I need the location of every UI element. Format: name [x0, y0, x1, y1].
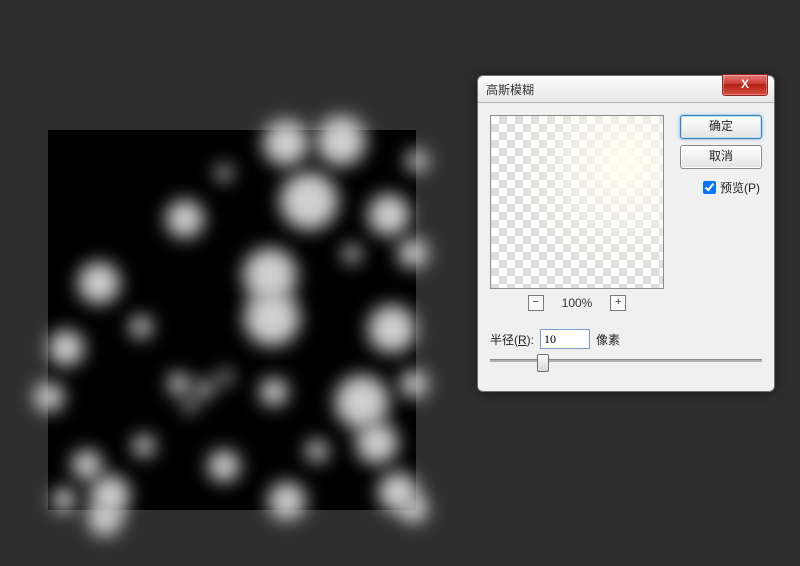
- dialog-body: − 100% + 确定 取消 预览(P) 半径(R): 像素: [478, 103, 774, 377]
- blur-dot: [34, 382, 64, 412]
- radius-slider[interactable]: [490, 353, 762, 367]
- blur-dot: [400, 370, 428, 398]
- zoom-out-button[interactable]: −: [528, 295, 544, 311]
- blur-dot: [280, 172, 338, 230]
- blur-dot: [52, 488, 76, 512]
- preview-checkbox[interactable]: 预览(P): [703, 179, 760, 196]
- blur-dot: [216, 165, 232, 181]
- blur-dot: [316, 116, 366, 166]
- radius-row: 半径(R): 像素: [490, 329, 620, 349]
- blur-dot: [166, 200, 204, 238]
- blur-dot: [356, 422, 398, 464]
- blur-dot: [335, 375, 389, 429]
- canvas-preview: [48, 130, 416, 510]
- blur-dot: [343, 245, 361, 263]
- blur-dot: [78, 262, 120, 304]
- cancel-button[interactable]: 取消: [680, 145, 762, 169]
- blur-dot: [130, 316, 152, 338]
- zoom-in-button[interactable]: +: [610, 295, 626, 311]
- blur-dot: [218, 370, 232, 384]
- dialog-titlebar[interactable]: 高斯模糊 X: [478, 76, 774, 103]
- radius-label: 半径(R):: [490, 331, 534, 348]
- close-button[interactable]: X: [722, 74, 768, 96]
- blur-dot: [48, 330, 84, 366]
- blur-dot: [183, 398, 197, 412]
- blur-dot: [260, 378, 288, 406]
- blur-dot: [196, 380, 214, 398]
- dialog-title: 高斯模糊: [486, 81, 534, 98]
- blur-dot: [72, 450, 102, 480]
- blur-dot: [133, 435, 155, 457]
- zoom-controls: − 100% +: [490, 295, 664, 311]
- blur-dot: [368, 305, 416, 353]
- blur-dot: [263, 120, 309, 166]
- blur-dot: [168, 373, 190, 395]
- blur-dot: [244, 290, 300, 346]
- blur-dot: [400, 495, 428, 523]
- preview-checkbox-label: 预览(P): [720, 179, 760, 196]
- ok-button[interactable]: 确定: [680, 115, 762, 139]
- blur-dot: [406, 150, 428, 172]
- preview-checkbox-input[interactable]: [703, 181, 716, 194]
- slider-thumb[interactable]: [537, 354, 549, 372]
- blur-dot: [368, 194, 410, 236]
- blur-dot: [306, 440, 328, 462]
- preview-pane[interactable]: [490, 115, 664, 289]
- blur-dot: [208, 450, 240, 482]
- blur-dot: [88, 502, 122, 536]
- blur-dot: [268, 482, 306, 520]
- blur-dot: [398, 238, 428, 268]
- radius-input[interactable]: [540, 329, 590, 349]
- gaussian-blur-dialog: 高斯模糊 X − 100% + 确定 取消 预览(P) 半径(R): 像素: [477, 75, 775, 392]
- zoom-value: 100%: [557, 296, 597, 310]
- slider-track: [490, 359, 762, 362]
- radius-unit: 像素: [596, 331, 620, 348]
